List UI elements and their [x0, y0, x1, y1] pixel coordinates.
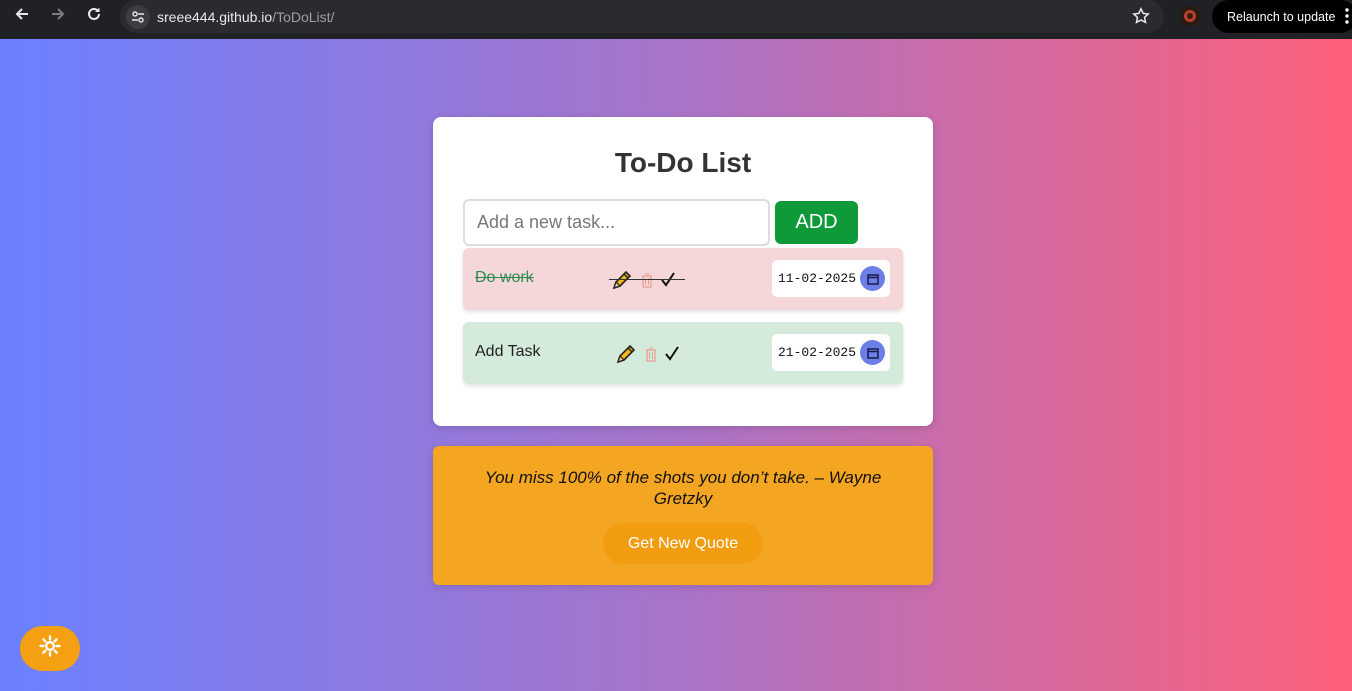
reload-button[interactable] [76, 0, 112, 32]
calendar-icon[interactable] [860, 266, 885, 291]
quote-card: You miss 100% of the shots you don’t tak… [433, 446, 933, 585]
date-picker[interactable]: 21-02-2025 [772, 334, 890, 371]
url-path: /ToDoList/ [272, 8, 335, 25]
bookmark-star-icon[interactable] [1132, 7, 1150, 30]
browser-toolbar: sreee444.github.io/ToDoList/ Relaunch to… [0, 0, 1352, 39]
trash-icon[interactable] [644, 346, 658, 362]
calendar-icon[interactable] [860, 340, 885, 365]
page-background: To-Do List ADD Do work 11-02-2025 [0, 39, 1352, 691]
check-icon[interactable] [664, 346, 680, 362]
relaunch-label: Relaunch to update [1227, 9, 1336, 24]
task-text: Add Task [475, 343, 541, 360]
task-item-open: Add Task 21-02-2025 [463, 322, 903, 384]
task-actions [614, 342, 686, 366]
quote-text: You miss 100% of the shots you don’t tak… [484, 468, 882, 508]
url-host: sreee444.github.io [157, 8, 273, 25]
sun-icon [39, 635, 61, 662]
site-info-icon[interactable] [126, 4, 150, 29]
relaunch-button[interactable]: Relaunch to update [1212, 0, 1352, 33]
pencil-icon[interactable] [614, 342, 638, 366]
arrow-right-icon [50, 6, 66, 27]
more-vert-icon[interactable] [1345, 8, 1349, 27]
forward-button[interactable] [40, 0, 76, 32]
strikethrough-line [609, 279, 685, 280]
back-button[interactable] [4, 0, 40, 32]
date-value: 21-02-2025 [778, 345, 857, 360]
date-picker[interactable]: 11-02-2025 [772, 260, 890, 297]
todo-card: To-Do List ADD Do work 11-02-2025 [433, 117, 933, 426]
pencil-icon[interactable] [610, 268, 634, 292]
date-value: 11-02-2025 [778, 271, 857, 286]
trash-icon[interactable] [640, 272, 654, 288]
add-task-button[interactable]: ADD [775, 201, 858, 244]
reload-icon [86, 6, 102, 27]
page-title: To-Do List [614, 147, 752, 178]
url-text: sreee444.github.io/ToDoList/ [157, 9, 334, 25]
task-actions [610, 268, 682, 292]
check-icon[interactable] [660, 272, 676, 288]
task-input[interactable] [463, 199, 770, 246]
address-bar[interactable]: sreee444.github.io/ToDoList/ [120, 0, 1164, 33]
extension-icon[interactable] [1180, 6, 1200, 26]
task-item-completed: Do work 11-02-2025 [463, 248, 903, 310]
arrow-left-icon [14, 6, 30, 27]
new-quote-button[interactable]: Get New Quote [603, 523, 763, 564]
theme-toggle-button[interactable] [20, 626, 80, 671]
task-text: Do work [475, 269, 534, 286]
